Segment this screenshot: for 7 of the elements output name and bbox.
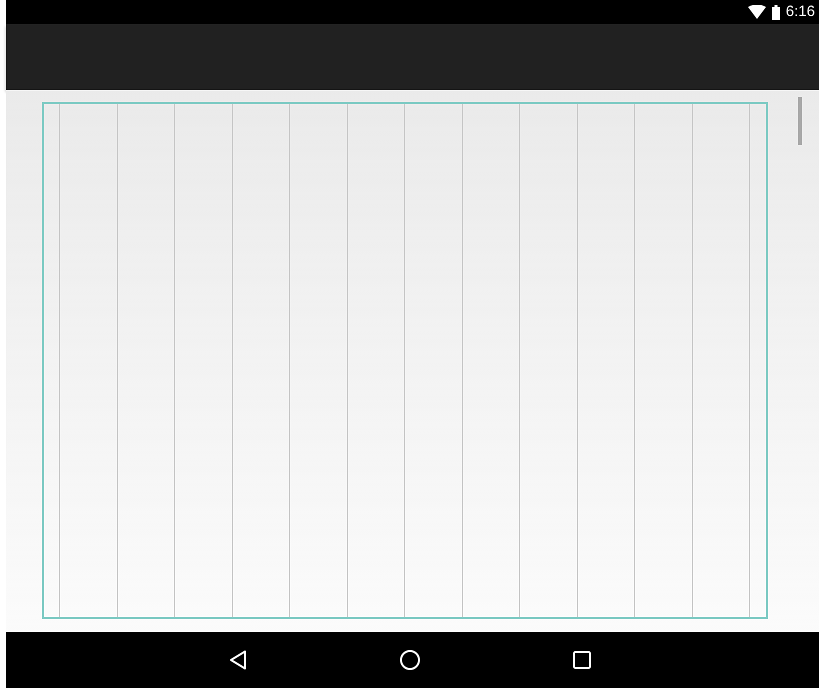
wifi-icon — [748, 5, 766, 19]
scrollbar — [798, 97, 802, 145]
recents-icon[interactable] — [572, 651, 590, 669]
back-icon[interactable] — [228, 650, 246, 670]
clock-time: 6:16 — [786, 3, 815, 21]
home-icon[interactable] — [398, 649, 420, 671]
battery-icon — [772, 4, 780, 20]
